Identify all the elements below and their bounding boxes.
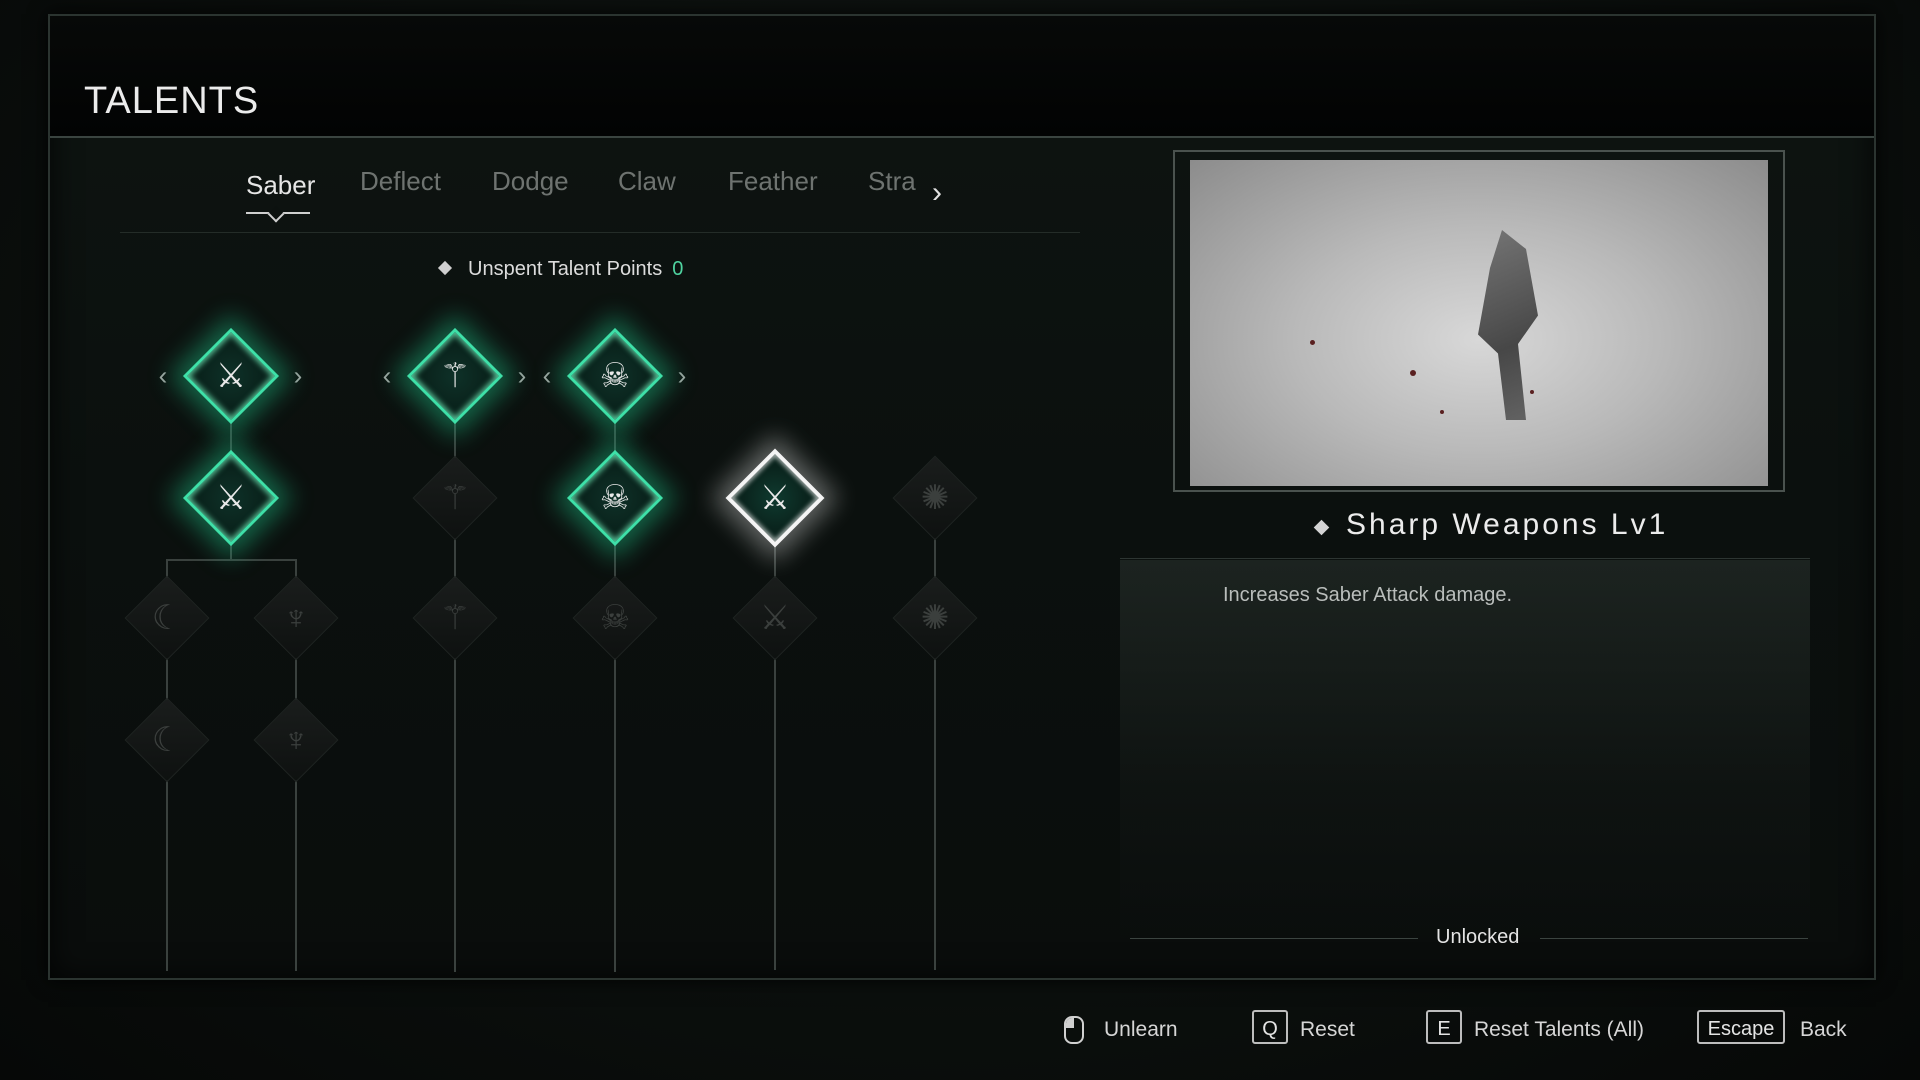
saber-slash-icon: ⚔ [215,357,247,395]
talent-node-saber-2a[interactable]: ☾ [124,575,210,661]
claw-strike-icon: ⚚ [439,479,471,517]
talent-node-claw-3[interactable]: ⚚ [412,575,498,661]
talent-node-saber-1a[interactable]: ⚔ [182,327,280,425]
chevron-right-icon[interactable]: › [678,361,687,392]
saber-slash-icon: ⚔ [215,479,247,517]
chevron-left-icon[interactable]: ‹ [543,361,552,392]
reset-hint[interactable]: Reset [1300,1018,1355,1042]
talent-node-claw-1[interactable]: ⚚ [406,327,504,425]
blood-spray [1440,410,1444,414]
talent-node-burst-1[interactable]: ✺ [892,455,978,541]
cloak-icon: ☾ [151,599,183,637]
talent-detail-title: Sharp Weapons Lv1 [1346,508,1669,541]
skull-dagger-icon: ☠ [599,357,631,395]
talent-node-saber-1b[interactable]: ⚔ [182,449,280,547]
talent-node-skull-1[interactable]: ☠ [566,327,664,425]
talent-preview-image [1190,160,1768,486]
escape-key[interactable]: Escape [1697,1010,1785,1044]
blood-spray [1410,370,1416,376]
skull-dagger-icon: ☠ [599,599,631,637]
talent-description: Increases Saber Attack damage. [1223,584,1513,606]
mouse-icon [1064,1016,1084,1044]
talent-node-sharp-weapons[interactable]: ⚔ [725,448,825,548]
horned-figure-icon: ♆ [283,599,309,637]
talent-status: Unlocked [1436,926,1520,948]
talent-node-claw-2[interactable]: ⚚ [412,455,498,541]
preview-character-figure [1478,230,1538,420]
blood-spray [1310,340,1315,345]
back-hint[interactable]: Back [1800,1018,1847,1042]
talent-node-skull-3[interactable]: ☠ [572,575,658,661]
blood-spray [1530,390,1534,394]
reset-all-hint[interactable]: Reset Talents (All) [1474,1018,1644,1042]
horned-figure-icon: ♆ [283,721,309,759]
cloak-icon: ☾ [151,721,183,759]
talent-tree: ‹ › ⚔ ⚔ ☾ ♆ ☾ ♆ ‹ › ⚚ ⚚ ⚚ ‹ › ☠ ☠ ☠ ⚔ ⚔ … [0,0,1100,1000]
talent-node-saber-3b[interactable]: ♆ [253,697,339,783]
reset-all-key[interactable]: E [1426,1010,1462,1044]
status-divider-left [1130,938,1418,939]
skull-dagger-icon: ☠ [599,479,631,517]
tree-connector [166,559,296,561]
talent-node-skull-2[interactable]: ☠ [566,449,664,547]
burst-icon: ✺ [920,479,950,517]
chevron-left-icon[interactable]: ‹ [159,361,168,392]
claw-strike-icon: ⚚ [439,599,471,637]
chevron-right-icon[interactable]: › [294,361,303,392]
reset-key[interactable]: Q [1252,1010,1288,1044]
detail-divider [1120,558,1810,559]
burst-icon: ✺ [920,599,950,637]
talent-node-burst-2[interactable]: ✺ [892,575,978,661]
claw-strike-icon: ⚚ [439,357,471,395]
sword-icon: ⚔ [759,599,791,637]
status-divider-right [1540,938,1808,939]
chevron-left-icon[interactable]: ‹ [383,361,392,392]
talent-node-saber-3a[interactable]: ☾ [124,697,210,783]
talent-node-sword-2[interactable]: ⚔ [732,575,818,661]
chevron-right-icon[interactable]: › [518,361,527,392]
sword-icon: ⚔ [759,479,791,517]
talent-node-saber-2b[interactable]: ♆ [253,575,339,661]
description-panel [1120,560,1810,940]
unlearn-hint[interactable]: Unlearn [1104,1018,1178,1042]
